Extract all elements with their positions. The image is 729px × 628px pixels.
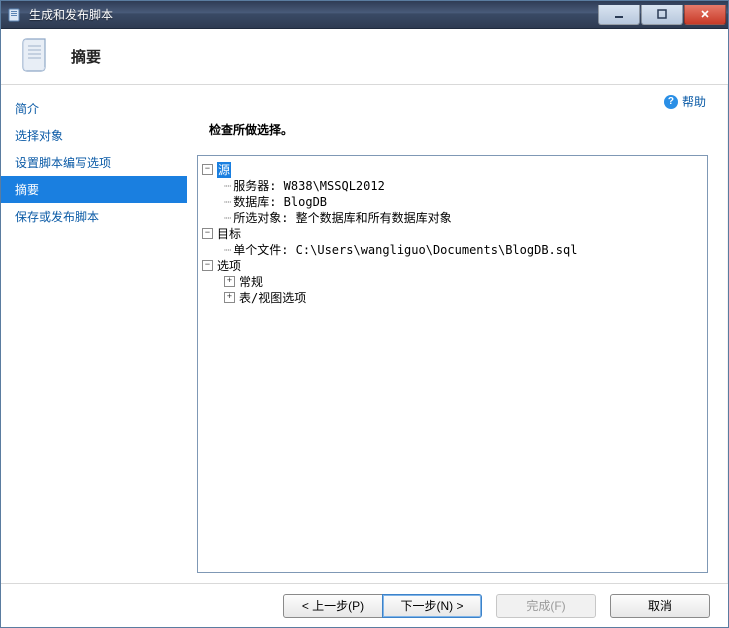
expand-icon[interactable]: +: [224, 292, 235, 303]
collapse-icon[interactable]: −: [202, 228, 213, 239]
tree-connector-icon: ┈: [224, 194, 231, 210]
summary-tree: − 源 ┈服务器: W838\MSSQL2012 ┈数据库: BlogDB ┈所…: [202, 162, 703, 306]
wizard-header: 摘要: [1, 29, 728, 85]
tree-connector-icon: ┈: [224, 178, 231, 194]
tree-connector-icon: ┈: [224, 210, 231, 226]
wizard-footer: < 上一步(P) 下一步(N) > 完成(F) 取消: [1, 583, 728, 627]
titlebar: 生成和发布脚本: [1, 1, 728, 29]
tree-node-source[interactable]: 源: [217, 162, 231, 178]
tree-leaf-objects[interactable]: 所选对象: 整个数据库和所有数据库对象: [233, 210, 451, 226]
finish-button: 完成(F): [496, 594, 596, 618]
window-buttons: [597, 5, 726, 25]
sidebar-item-options[interactable]: 设置脚本编写选项: [1, 149, 187, 176]
cancel-button[interactable]: 取消: [610, 594, 710, 618]
help-label: 帮助: [682, 93, 706, 110]
collapse-icon[interactable]: −: [202, 164, 213, 175]
wizard-steps-sidebar: 简介 选择对象 设置脚本编写选项 摘要 保存或发布脚本: [1, 85, 187, 583]
tree-leaf-server[interactable]: 服务器: W838\MSSQL2012: [233, 178, 385, 194]
next-button[interactable]: 下一步(N) >: [382, 594, 482, 618]
tree-node-general[interactable]: 常规: [239, 274, 263, 290]
window-title: 生成和发布脚本: [29, 6, 597, 23]
sidebar-item-summary[interactable]: 摘要: [1, 176, 187, 203]
app-icon: [7, 7, 23, 23]
tree-node-target[interactable]: 目标: [217, 226, 241, 242]
dialog-window: 生成和发布脚本 摘要 简介 选择对象 设置脚本编写选项 摘: [0, 0, 729, 628]
tree-leaf-file[interactable]: 单个文件: C:\Users\wangliguo\Documents\BlogD…: [233, 242, 577, 258]
prev-button[interactable]: < 上一步(P): [283, 594, 383, 618]
maximize-button[interactable]: [641, 5, 683, 25]
page-title: 摘要: [71, 46, 101, 67]
instruction-text: 检查所做选择。: [209, 121, 710, 138]
sidebar-item-save[interactable]: 保存或发布脚本: [1, 203, 187, 230]
close-button[interactable]: [684, 5, 726, 25]
tree-leaf-database[interactable]: 数据库: BlogDB: [233, 194, 327, 210]
collapse-icon[interactable]: −: [202, 260, 213, 271]
tree-node-tableview[interactable]: 表/视图选项: [239, 290, 306, 306]
summary-tree-box[interactable]: − 源 ┈服务器: W838\MSSQL2012 ┈数据库: BlogDB ┈所…: [197, 155, 708, 573]
tree-connector-icon: ┈: [224, 242, 231, 258]
wizard-content: ? 帮助 检查所做选择。 − 源 ┈服务器: W838\MSSQL2012: [187, 85, 728, 583]
help-link[interactable]: ? 帮助: [664, 93, 706, 110]
sidebar-item-choose[interactable]: 选择对象: [1, 122, 187, 149]
minimize-button[interactable]: [598, 5, 640, 25]
expand-icon[interactable]: +: [224, 276, 235, 287]
tree-node-options[interactable]: 选项: [217, 258, 241, 274]
help-icon: ?: [664, 95, 678, 109]
script-icon: [17, 37, 57, 77]
wizard-body: 简介 选择对象 设置脚本编写选项 摘要 保存或发布脚本 ? 帮助 检查所做选择。…: [1, 85, 728, 583]
sidebar-item-intro[interactable]: 简介: [1, 95, 187, 122]
